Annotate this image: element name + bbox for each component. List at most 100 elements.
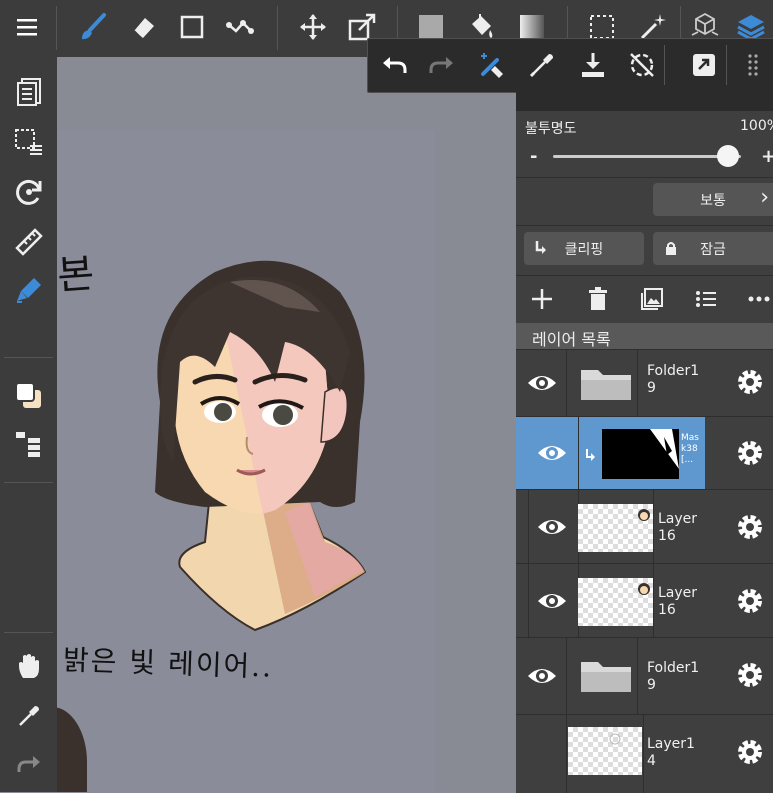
column-divider [566,350,567,417]
redo-icon[interactable] [424,47,460,83]
export-icon[interactable] [686,47,722,83]
clipping-label: 클리핑 [564,241,604,258]
handwriting-top: 본 [57,250,96,300]
blend-mode-select[interactable]: 보통 › [653,183,773,216]
portrait-illustration [155,260,367,632]
add-layer-icon[interactable] [530,287,554,311]
layer-name: Folder1 9 [647,363,700,396]
folder-icon [581,662,631,692]
toolbar-divider [4,632,53,633]
eye-icon[interactable] [536,437,568,469]
blend-mode-value: 보통 [700,192,726,209]
folder-icon [581,370,631,400]
trash-icon[interactable] [586,287,610,311]
lock-icon [666,242,676,255]
opacity-slider-knob[interactable] [716,145,739,167]
layer-list-menu-icon[interactable] [694,287,718,311]
column-divider [637,638,638,715]
rotate-icon[interactable] [10,173,48,211]
clipping-button[interactable]: 클리핑 [524,232,644,265]
divider [516,275,773,276]
layer-name: Folder1 9 [647,660,700,693]
clipping-icon [535,241,546,254]
column-divider [578,417,579,490]
eyedropper-icon[interactable] [10,697,48,735]
layer-thumbnail [578,578,653,626]
gear-icon[interactable] [735,586,765,616]
layer-thumbnail [602,429,679,479]
layer-row-mask[interactable]: Mas k38 [... [516,416,773,490]
hand-icon[interactable] [10,647,48,685]
more-options-icon[interactable] [746,287,773,311]
color-swatch-icon[interactable] [10,377,48,415]
opacity-slider[interactable] [553,145,741,167]
opacity-minus-button[interactable]: - [530,146,537,167]
column-divider [653,564,654,638]
layer-name: Layer1 4 [647,736,695,769]
left-toolbar [0,57,57,792]
column-divider [528,490,529,564]
redo-icon[interactable] [10,745,48,783]
eye-icon[interactable] [526,367,558,399]
opacity-value: 100% [740,118,773,134]
subbar-divider [664,45,665,85]
gear-icon[interactable] [735,660,765,690]
layer-list-icon[interactable] [10,425,48,463]
brush-icon[interactable] [76,10,110,44]
pages-icon[interactable] [10,73,48,111]
divider [516,177,773,178]
gear-icon[interactable] [735,438,765,468]
gear-icon[interactable] [735,367,765,397]
layer-name: Layer 16 [658,585,698,618]
layer-row-folder[interactable]: Folder1 9 [516,349,773,417]
layer-panel: 불투명도 100% - + 보통 › 클리핑 잠금 레이어 목록 [516,91,773,793]
gear-icon[interactable] [735,512,765,542]
menu-icon[interactable] [10,10,44,44]
select-menu-icon[interactable] [10,123,48,161]
undo-icon[interactable] [376,47,412,83]
canvas-workspace[interactable]: 본 밝은 빛 레이어.. [57,57,516,792]
layer-list-title: 레이어 목록 [532,330,611,349]
line-icon[interactable] [224,10,258,44]
eye-icon[interactable] [536,511,568,543]
column-divider [566,638,567,715]
eyedropper-icon[interactable] [524,47,560,83]
column-divider [637,350,638,417]
eye-icon[interactable] [526,660,558,692]
toolbar-divider [4,482,53,483]
toolbar-divider [4,357,53,358]
rectangle-icon[interactable] [175,10,209,44]
opacity-plus-button[interactable]: + [761,146,773,167]
grid-handle-icon[interactable] [740,47,770,83]
eraser-icon[interactable] [126,10,160,44]
divider [516,225,773,226]
pen-fill-icon[interactable] [10,271,48,309]
ruler-icon[interactable] [10,223,48,261]
layer-row[interactable]: Layer 16 [516,563,773,638]
eraser-brush-icon[interactable] [474,47,510,83]
subbar-divider [726,45,727,85]
handwriting-bottom: 밝은 빛 레이어.. [62,643,274,684]
panel-header-strip [516,91,773,111]
layer-row[interactable]: Layer1 4 [516,714,773,793]
layer-row[interactable]: Layer 16 [516,489,773,564]
toolbar-divider [56,6,57,50]
eye-icon[interactable] [536,585,568,617]
save-icon[interactable] [575,47,611,83]
mask-label-area: Mas k38 [... [679,417,705,490]
image-layer-icon[interactable] [640,287,664,311]
move-icon[interactable] [296,10,330,44]
clipping-indicator-icon [586,449,595,461]
column-divider [643,715,644,793]
column-divider [528,564,529,638]
rotate-reset-icon[interactable] [624,47,660,83]
layer-name: Mas k38 [... [681,433,699,465]
chevron-right-icon: › [760,185,769,210]
column-divider [566,715,567,793]
lock-button[interactable]: 잠금 [653,232,773,265]
column-divider [653,490,654,564]
toolbar-divider [277,6,278,50]
gear-icon[interactable] [735,737,765,767]
layer-row-folder[interactable]: Folder1 9 [516,637,773,715]
opacity-label: 불투명도 [525,121,577,137]
